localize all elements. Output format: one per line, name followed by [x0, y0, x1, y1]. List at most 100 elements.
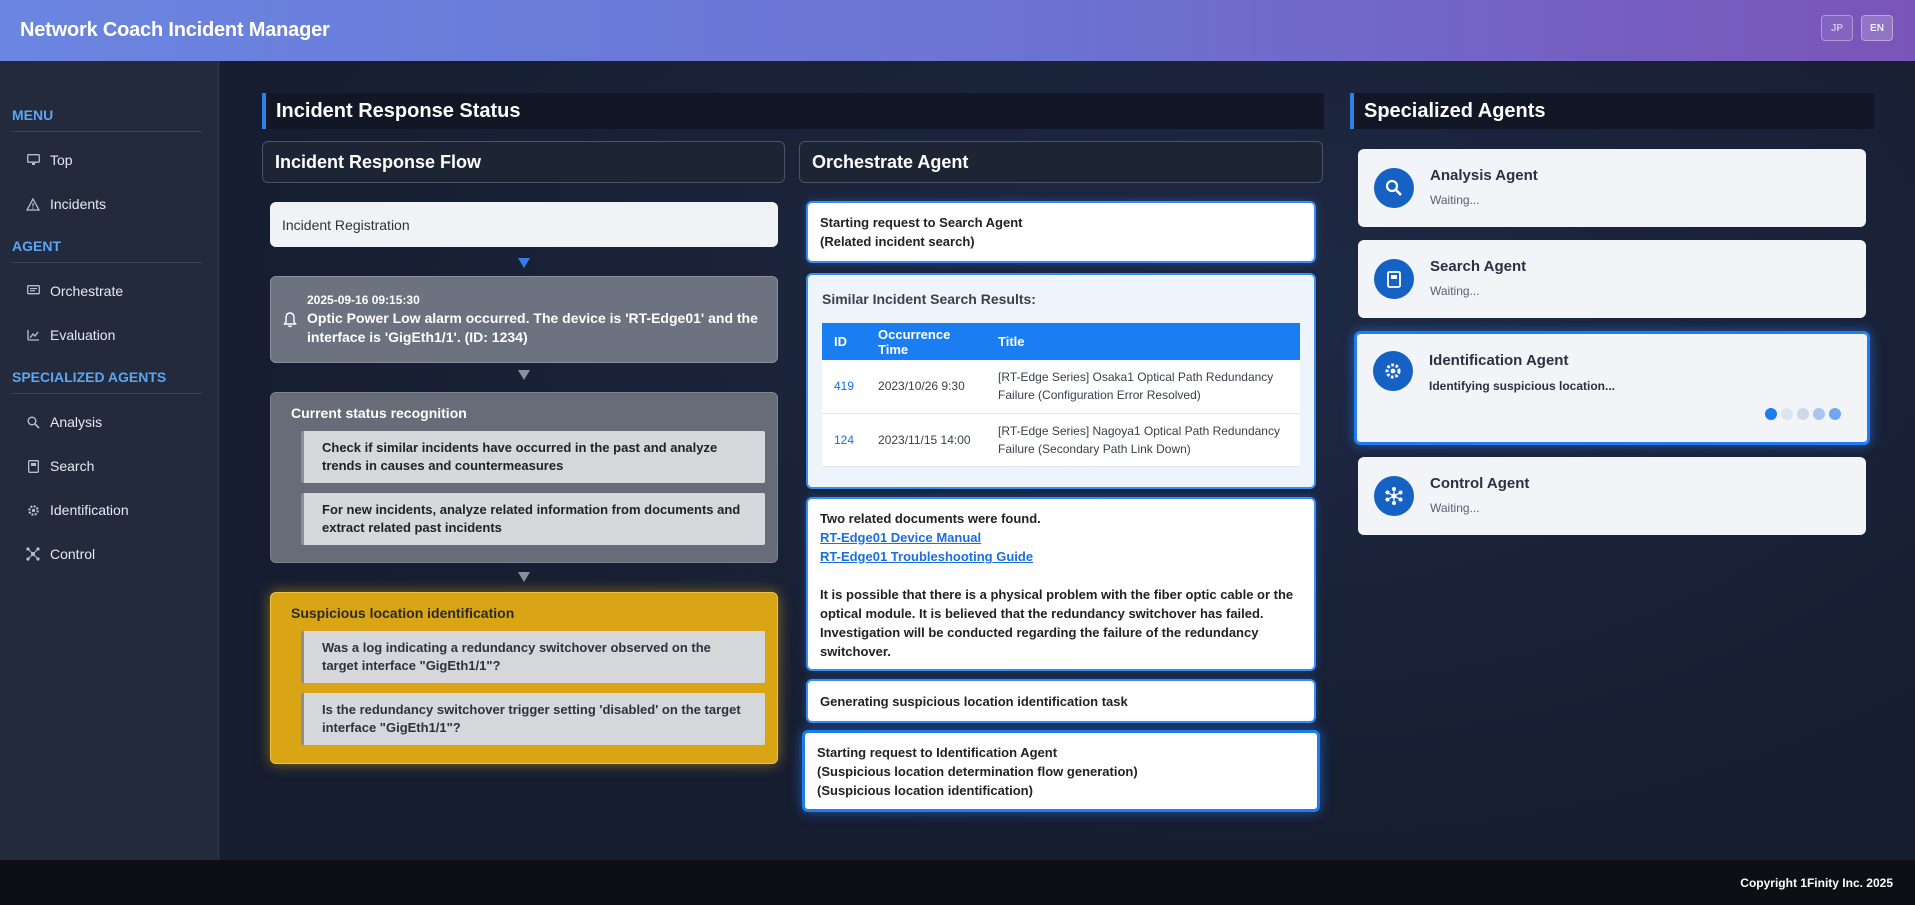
flow-title: Incident Response Flow — [262, 141, 785, 183]
agent-name: Search Agent — [1430, 258, 1527, 275]
analysis-text: It is possible that there is a physical … — [820, 587, 1294, 659]
sidebar-item-orchestrate[interactable]: Orchestrate — [12, 269, 206, 313]
sidebar-item-search[interactable]: Search — [12, 444, 206, 488]
doc-link-troubleshooting[interactable]: RT-Edge01 Troubleshooting Guide — [820, 549, 1033, 564]
table-header: Title — [986, 323, 1300, 360]
message-line: (Suspicious location determination flow … — [817, 764, 1138, 779]
suspicious-item: Is the redundancy switchover trigger set… — [301, 693, 765, 745]
message-line: (Suspicious location identification) — [817, 783, 1033, 798]
recognition-item: Check if similar incidents have occurred… — [301, 431, 765, 483]
flow-arrow — [518, 370, 530, 380]
agent-card-analysis[interactable]: Analysis Agent Waiting... — [1358, 149, 1866, 227]
book-icon — [26, 459, 40, 473]
agent-name: Control Agent — [1430, 475, 1530, 492]
monitor-icon — [26, 153, 40, 167]
orchestrate-title: Orchestrate Agent — [799, 141, 1323, 183]
lang-en-button[interactable]: EN — [1861, 15, 1893, 41]
status-recognition-title: Current status recognition — [291, 405, 467, 421]
documents-message: Two related documents were found. RT-Edg… — [806, 497, 1316, 671]
agent-status: Waiting... — [1430, 284, 1480, 298]
search-results-card: Similar Incident Search Results: ID Occu… — [806, 273, 1316, 489]
sidebar-item-analysis[interactable]: Analysis — [12, 400, 206, 444]
footer: Copyright 1Finity Inc. 2025 — [0, 860, 1915, 905]
sidebar-item-label: Evaluation — [50, 327, 116, 343]
table-header: Occurrence Time — [866, 323, 987, 360]
alarm-timestamp: 2025-09-16 09:15:30 — [307, 292, 420, 307]
sidebar-item-evaluation[interactable]: Evaluation — [12, 313, 206, 357]
network-icon — [26, 547, 40, 561]
sidebar-item-label: Incidents — [50, 196, 107, 212]
sidebar-item-label: Search — [50, 458, 95, 474]
suspicious-location-step[interactable]: Suspicious location identification Was a… — [270, 592, 778, 764]
table-cell: 2023/10/26 9:30 — [866, 360, 987, 414]
orchestrate-icon — [26, 284, 40, 298]
message-line: (Related incident search) — [820, 234, 975, 249]
chart-icon — [26, 328, 40, 342]
message-line: Starting request to Search Agent — [820, 215, 1023, 230]
orchestrate-message: Starting request to Search Agent (Relate… — [806, 201, 1316, 263]
agent-name: Identification Agent — [1429, 352, 1569, 369]
sidebar-item-incidents[interactable]: Incidents — [12, 182, 206, 226]
flow-arrow — [518, 572, 530, 582]
agent-status: Waiting... — [1430, 501, 1480, 515]
sidebar-item-label: Orchestrate — [50, 283, 124, 299]
agent-card-identification[interactable]: Identification Agent Identifying suspici… — [1354, 331, 1870, 445]
sidebar-section-menu: MENU — [12, 107, 202, 132]
loading-dot — [1829, 408, 1841, 420]
agent-status: Identifying suspicious location... — [1429, 379, 1616, 393]
sidebar-item-label: Top — [50, 152, 73, 168]
generating-task-message: Generating suspicious location identific… — [806, 679, 1316, 723]
identification-request-message: Starting request to Identification Agent… — [802, 730, 1320, 812]
specialized-agents-title: Specialized Agents — [1350, 93, 1874, 129]
table-header: ID — [822, 323, 867, 360]
recognition-item: For new incidents, analyze related infor… — [301, 493, 765, 545]
incident-id-link[interactable]: 124 — [834, 433, 854, 447]
agent-card-search[interactable]: Search Agent Waiting... — [1358, 240, 1866, 318]
sidebar-item-label: Control — [50, 546, 96, 562]
book-icon — [1374, 259, 1414, 299]
loading-dot — [1797, 408, 1809, 420]
app-title: Network Coach Incident Manager — [20, 19, 330, 41]
docs-found-text: Two related documents were found. — [820, 511, 1041, 526]
gear-icon — [26, 503, 40, 517]
sidebar-item-control[interactable]: Control — [12, 532, 206, 576]
search-icon — [1374, 168, 1414, 208]
lang-jp-button[interactable]: JP — [1821, 15, 1853, 41]
loading-dot — [1781, 408, 1793, 420]
sidebar: MENU Top Incidents AGENT Orchestrate Eva… — [0, 61, 219, 860]
search-results-table: ID Occurrence Time Title 419 2023/10/26 … — [822, 323, 1300, 467]
copyright-text: Copyright 1Finity Inc. 2025 — [1740, 875, 1893, 890]
warning-icon — [26, 197, 40, 211]
sidebar-section-agent: AGENT — [12, 238, 202, 263]
agent-name: Analysis Agent — [1430, 167, 1538, 184]
incident-status-title: Incident Response Status — [262, 93, 1324, 129]
app-header: Network Coach Incident Manager JP EN — [0, 0, 1915, 61]
suspicious-location-title: Suspicious location identification — [291, 605, 515, 621]
gear-icon — [1373, 351, 1413, 391]
loading-indicator — [1765, 408, 1841, 420]
agent-card-control[interactable]: Control Agent Waiting... — [1358, 457, 1866, 535]
incident-registration-step[interactable]: Incident Registration — [270, 202, 778, 247]
table-row: 124 2023/11/15 14:00 [RT-Edge Series] Na… — [822, 413, 1300, 467]
doc-link-manual[interactable]: RT-Edge01 Device Manual — [820, 530, 981, 545]
sidebar-item-label: Analysis — [50, 414, 103, 430]
loading-dot — [1765, 408, 1777, 420]
sidebar-item-identification[interactable]: Identification — [12, 488, 206, 532]
network-icon — [1374, 476, 1414, 516]
table-cell: [RT-Edge Series] Nagoya1 Optical Path Re… — [986, 413, 1300, 467]
flow-arrow — [518, 258, 530, 268]
agent-status: Waiting... — [1430, 193, 1480, 207]
status-recognition-step[interactable]: Current status recognition Check if simi… — [270, 392, 778, 563]
sidebar-section-specialized: SPECIALIZED AGENTS — [12, 369, 202, 394]
suspicious-item: Was a log indicating a redundancy switch… — [301, 631, 765, 683]
table-row: 419 2023/10/26 9:30 [RT-Edge Series] Osa… — [822, 360, 1300, 414]
search-results-title: Similar Incident Search Results: — [822, 291, 1036, 307]
table-cell: 2023/11/15 14:00 — [866, 413, 987, 467]
incident-id-link[interactable]: 419 — [834, 379, 854, 393]
sidebar-item-top[interactable]: Top — [12, 138, 206, 182]
main-content: Incident Response Status Specialized Age… — [220, 61, 1915, 860]
search-icon — [26, 415, 40, 429]
alarm-step[interactable]: 2025-09-16 09:15:30 Optic Power Low alar… — [270, 276, 778, 363]
alarm-message: Optic Power Low alarm occurred. The devi… — [307, 309, 758, 345]
language-switcher: JP EN — [1821, 15, 1893, 41]
